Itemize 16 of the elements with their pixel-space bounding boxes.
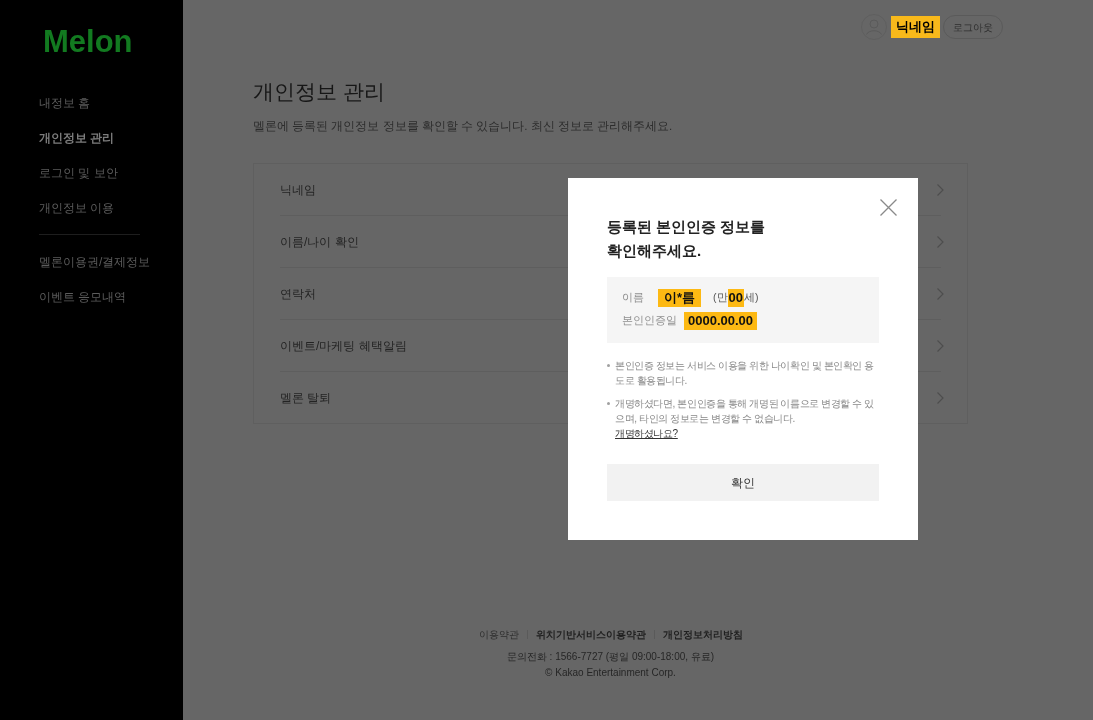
field-label: 본인인증일 [622, 313, 677, 329]
menu-item-label: 이름/나이 확인 [280, 233, 359, 251]
menu-item-label: 연락처 [280, 285, 316, 303]
field-value: 이*름 [658, 289, 702, 307]
note-text: 개명하셨다면, 본인인증을 통해 개명된 이름으로 변경할 수 있으며, 타인의 정보로는 변경할 수 없습니다. [615, 397, 876, 426]
dialog-title: 등록된 본인인증 정보를 확인해주세요. [607, 217, 767, 261]
menu-item-label: 이벤트/마케팅 혜택알림 [280, 337, 407, 355]
nickname-badge: 닉네임 [891, 16, 940, 38]
field-value: 0000.00.00 [684, 312, 758, 330]
age-text: (만00세) [713, 289, 759, 307]
menu-item-label: 멜론 탈퇴 [280, 389, 332, 407]
copyright: © Kakao Entertainment Corp. [545, 666, 676, 680]
field-label: 이름 [622, 290, 644, 306]
note-text: 본인인증 정보는 서비스 이용을 위한 나이확인 및 본인확인 용도로 활용됩니다. [615, 359, 876, 388]
page-title: 개인정보 관리 [253, 79, 386, 105]
menu-item-label: 닉네임 [280, 181, 316, 199]
